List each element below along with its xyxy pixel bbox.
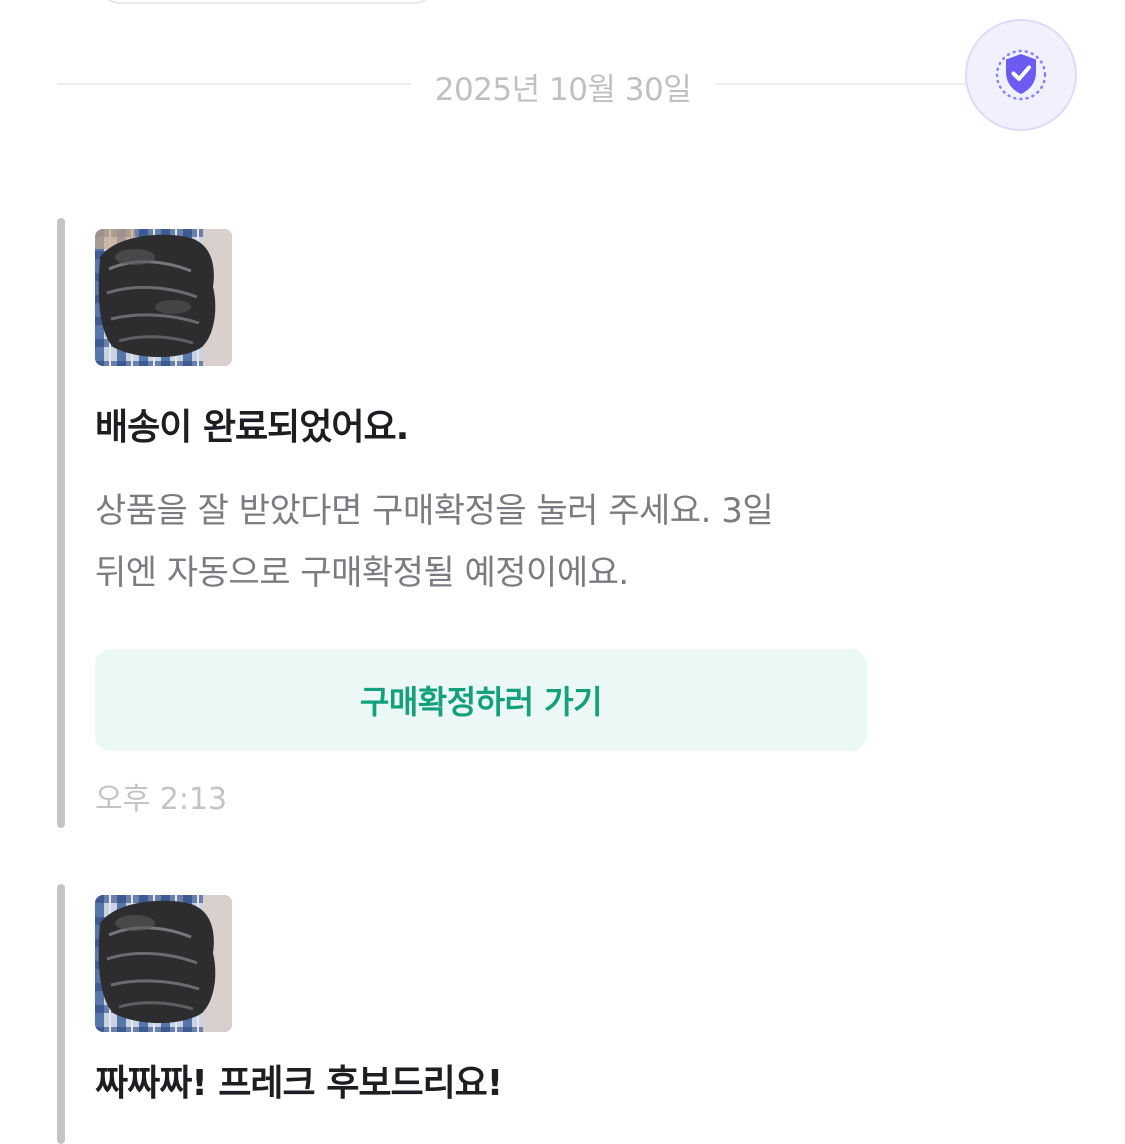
message-title: 배송이 완료되었어요. xyxy=(95,407,409,448)
product-thumbnail[interactable] xyxy=(95,229,232,366)
delivery-complete-message: 배송이 완료되었어요. 상품을 잘 받았다면 구매확정을 눌러 주세요. 3일뒤… xyxy=(57,218,1125,828)
shield-check-icon xyxy=(995,49,1047,101)
safety-button[interactable] xyxy=(965,19,1077,131)
previous-message-pill xyxy=(98,0,436,4)
message-accent-bar xyxy=(57,884,65,1144)
message-body-line-2: 뒤엔 자동으로 구매확정될 예정이에요. xyxy=(95,553,629,593)
date-separator: 2025년 10월 30일 xyxy=(57,60,977,108)
next-message: 짜짜짜! 프레크 후보드리요! xyxy=(57,884,1125,1144)
message-body-line-1: 상품을 잘 받았다면 구매확정을 눌러 주세요. 3일 xyxy=(95,491,774,531)
divider-line-right xyxy=(715,83,977,85)
divider-line-left xyxy=(57,83,411,85)
message-accent-bar xyxy=(57,218,65,828)
confirm-purchase-button[interactable]: 구매확정하러 가기 xyxy=(95,649,867,751)
product-image xyxy=(95,895,232,1032)
message-timestamp: 오후 2:13 xyxy=(95,782,228,817)
product-thumbnail[interactable] xyxy=(95,895,232,1032)
product-image xyxy=(95,229,232,366)
message-body: 상품을 잘 받았다면 구매확정을 눌러 주세요. 3일뒤엔 자동으로 구매확정될… xyxy=(95,480,885,604)
message-title: 짜짜짜! 프레크 후보드리요! xyxy=(95,1063,503,1104)
date-label: 2025년 10월 30일 xyxy=(434,72,692,108)
